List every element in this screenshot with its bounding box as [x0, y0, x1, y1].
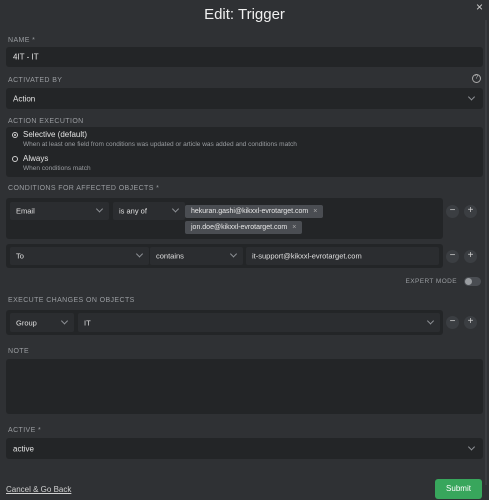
email-chip[interactable]: jon.doe@kikxxl-evrotarget.com ×: [185, 221, 303, 234]
condition-2-value-input[interactable]: it-support@kikxxl-evrotarget.com: [246, 247, 439, 265]
active-select[interactable]: active: [6, 438, 483, 459]
execute-value: IT: [84, 318, 91, 327]
condition-2-attribute: To: [16, 251, 24, 261]
condition-2-operator-select[interactable]: contains: [150, 247, 243, 265]
add-condition-button[interactable]: +: [464, 250, 477, 263]
condition-1-attribute: Email: [16, 206, 35, 216]
condition-1-attribute-select[interactable]: Email: [10, 202, 109, 220]
activated-by-label: ACTIVATED BY: [8, 77, 63, 84]
activated-by-value: Action: [13, 94, 36, 103]
add-action-button[interactable]: +: [464, 316, 477, 329]
name-label: NAME *: [8, 37, 36, 44]
remove-condition-button[interactable]: −: [446, 205, 459, 218]
chevron-down-icon: [95, 205, 104, 213]
condition-1-operator: is any of: [119, 206, 147, 216]
email-chip-text: jon.doe@kikxxl-evrotarget.com: [191, 224, 288, 231]
chevron-down-icon: [135, 250, 144, 258]
remove-chip-icon[interactable]: ×: [313, 208, 317, 215]
condition-2-attribute-select[interactable]: To: [10, 247, 149, 265]
chevron-down-icon: [426, 316, 435, 325]
execute-attribute: Group: [16, 318, 37, 327]
chevron-down-icon: [467, 92, 476, 101]
remove-action-button[interactable]: −: [446, 316, 459, 329]
cancel-link[interactable]: Cancel & Go Back: [6, 485, 71, 494]
condition-row-1: Email is any of hekuran.gashi@kikxxl-evr…: [6, 198, 443, 239]
action-execution-label: ACTION EXECUTION: [8, 118, 84, 125]
scrollbar[interactable]: [485, 20, 487, 485]
name-value: 4IT - IT: [13, 52, 39, 62]
condition-2-operator: contains: [156, 251, 184, 261]
activated-by-select[interactable]: Action: [6, 88, 483, 109]
execute-label: EXECUTE CHANGES ON OBJECTS: [8, 297, 135, 304]
email-chip-text: hekuran.gashi@kikxxl-evrotarget.com: [191, 208, 309, 215]
email-chip[interactable]: hekuran.gashi@kikxxl-evrotarget.com ×: [185, 205, 324, 218]
chevron-down-icon: [60, 316, 69, 325]
close-icon[interactable]: ×: [476, 0, 483, 14]
execute-row: Group IT: [6, 310, 443, 335]
radio-selective-label: Selective (default): [23, 130, 88, 139]
radio-unselected-icon[interactable]: [12, 156, 18, 162]
chevron-down-icon: [171, 205, 180, 213]
note-label: NOTE: [8, 348, 30, 355]
active-label: ACTIVE *: [8, 427, 42, 434]
note-textarea[interactable]: [6, 359, 483, 414]
dialog-title: Edit: Trigger: [204, 6, 285, 23]
remove-condition-button[interactable]: −: [446, 250, 459, 263]
chevron-down-icon: [467, 442, 476, 451]
condition-1-operator-select[interactable]: is any of: [113, 202, 185, 220]
radio-always-description: When conditions match: [23, 165, 91, 172]
radio-selected-icon[interactable]: [12, 132, 18, 138]
chevron-down-icon: [229, 250, 238, 258]
conditions-label: CONDITIONS FOR AFFECTED OBJECTS *: [8, 185, 160, 192]
radio-always-label: Always: [23, 154, 49, 163]
name-input[interactable]: 4IT - IT: [6, 47, 483, 67]
edit-trigger-dialog: Edit: Trigger × NAME * 4IT - IT ACTIVATE…: [0, 0, 489, 500]
radio-selective-description: When at least one field from conditions …: [23, 141, 297, 148]
condition-2-value: it-support@kikxxl-evrotarget.com: [252, 251, 362, 261]
expert-mode-toggle[interactable]: [464, 277, 481, 286]
active-value: active: [13, 444, 34, 453]
expert-mode-label: EXPERT MODE: [405, 278, 457, 285]
help-icon[interactable]: ?: [472, 74, 481, 83]
execute-value-select[interactable]: IT: [78, 313, 440, 332]
submit-button[interactable]: Submit: [435, 479, 482, 499]
remove-chip-icon[interactable]: ×: [292, 224, 296, 231]
add-condition-button[interactable]: +: [464, 205, 477, 218]
condition-row-2: To contains it-support@kikxxl-evrotarget…: [6, 244, 443, 268]
execute-attribute-select[interactable]: Group: [10, 313, 74, 332]
